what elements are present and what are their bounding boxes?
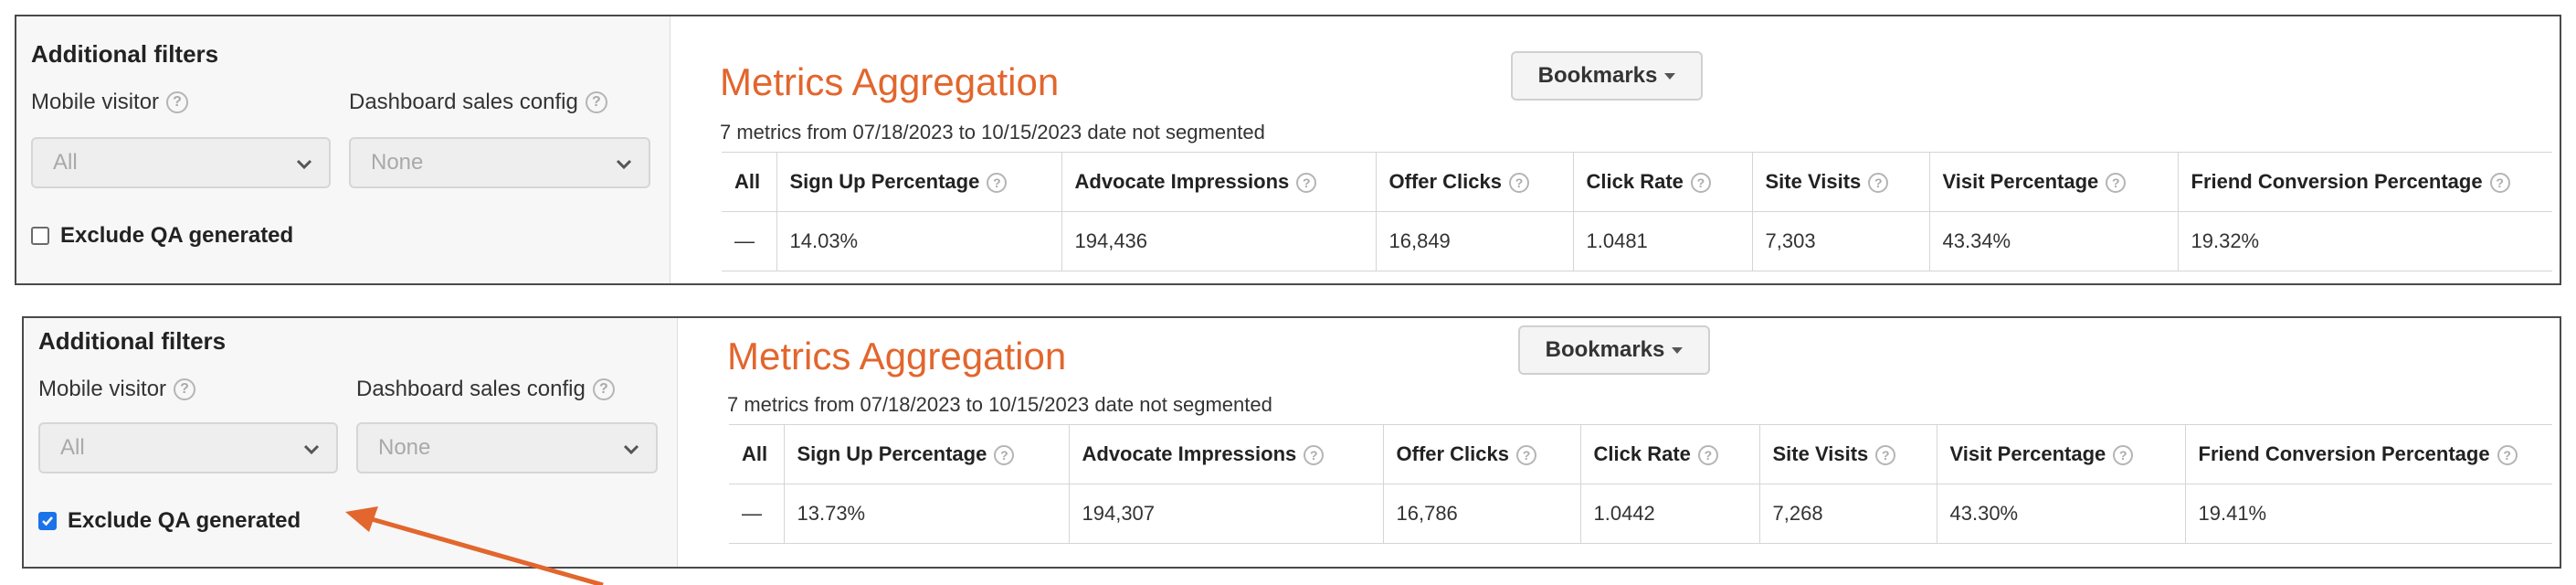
column-header[interactable]: Site Visits? xyxy=(1758,424,1937,484)
question-circle-icon[interactable]: ? xyxy=(585,91,607,113)
table-row: — 13.73% 194,307 16,786 1.0442 7,268 43.… xyxy=(729,484,2552,544)
column-header[interactable]: Advocate Impressions? xyxy=(1068,424,1383,484)
table-header-row: All Sign Up Percentage? Advocate Impress… xyxy=(729,424,2552,484)
mobile-visitor-select-value: All xyxy=(60,435,85,460)
dashboard-sales-config-label: Dashboard sales config xyxy=(349,90,578,114)
question-circle-icon[interactable]: ? xyxy=(1509,173,1529,194)
column-header[interactable]: Sign Up Percentage? xyxy=(783,424,1069,484)
dashboard-sales-config-label-row: Dashboard sales config ? xyxy=(356,377,615,402)
exclude-qa-checkbox[interactable] xyxy=(38,512,57,530)
table-row: — 14.03% 194,436 16,849 1.0481 7,303 43.… xyxy=(722,211,2552,271)
column-header[interactable]: Friend Conversion Percentage? xyxy=(2177,152,2552,212)
metrics-title: Metrics Aggregation xyxy=(727,335,1067,378)
metrics-table: All Sign Up Percentage? Advocate Impress… xyxy=(722,152,2552,271)
chevron-down-icon xyxy=(623,444,639,455)
column-header[interactable]: Offer Clicks? xyxy=(1375,152,1573,212)
table-cell: 194,436 xyxy=(1061,211,1376,271)
question-circle-icon[interactable]: ? xyxy=(1516,445,1536,466)
mobile-visitor-select-value: All xyxy=(53,150,78,175)
column-header[interactable]: Advocate Impressions? xyxy=(1061,152,1376,212)
dashboard-sales-config-select[interactable]: None xyxy=(349,137,650,188)
bookmarks-button[interactable]: Bookmarks xyxy=(1511,51,1703,101)
question-circle-icon[interactable]: ? xyxy=(1296,173,1317,194)
question-circle-icon[interactable]: ? xyxy=(1868,173,1889,194)
table-cell: 7,303 xyxy=(1751,211,1929,271)
column-header[interactable]: Friend Conversion Percentage? xyxy=(2184,424,2552,484)
additional-filters-section: Additional filters Mobile visitor ? Dash… xyxy=(16,16,670,283)
table-cell: 43.30% xyxy=(1936,484,2185,544)
table-header-row: All Sign Up Percentage? Advocate Impress… xyxy=(722,152,2552,212)
caret-down-icon xyxy=(1672,346,1684,354)
mobile-visitor-label-row: Mobile visitor ? xyxy=(31,90,189,115)
metrics-table: All Sign Up Percentage? Advocate Impress… xyxy=(729,424,2552,544)
dashboard-sales-config-select-value: None xyxy=(371,150,424,175)
column-header[interactable]: Click Rate? xyxy=(1579,424,1759,484)
dashboard-sales-config-label: Dashboard sales config xyxy=(356,377,586,401)
table-cell: 1.0481 xyxy=(1572,211,1752,271)
question-circle-icon[interactable]: ? xyxy=(174,378,196,400)
exclude-qa-label: Exclude QA generated xyxy=(60,223,294,248)
question-circle-icon[interactable]: ? xyxy=(1697,445,1718,466)
dashboard-sales-config-select[interactable]: None xyxy=(356,422,658,473)
question-circle-icon[interactable]: ? xyxy=(2489,173,2510,194)
chevron-down-icon xyxy=(303,444,320,455)
dashboard-sales-config-label-row: Dashboard sales config ? xyxy=(349,90,607,115)
column-header[interactable]: All xyxy=(729,424,784,484)
screenshot-panel-2: Additional filters Mobile visitor ? Dash… xyxy=(22,316,2561,569)
question-circle-icon[interactable]: ? xyxy=(1875,445,1896,466)
column-header[interactable]: Visit Percentage? xyxy=(1928,152,2178,212)
table-cell: 194,307 xyxy=(1068,484,1383,544)
question-circle-icon[interactable]: ? xyxy=(592,378,615,400)
table-cell: 19.32% xyxy=(2177,211,2552,271)
caret-down-icon xyxy=(1664,72,1676,80)
table-cell: 1.0442 xyxy=(1579,484,1759,544)
question-circle-icon[interactable]: ? xyxy=(1304,445,1325,466)
bookmarks-label: Bookmarks xyxy=(1545,337,1665,362)
table-cell: 19.41% xyxy=(2184,484,2552,544)
column-header[interactable]: Visit Percentage? xyxy=(1936,424,2185,484)
filters-title: Additional filters xyxy=(31,40,219,68)
exclude-qa-label: Exclude QA generated xyxy=(68,508,301,533)
mobile-visitor-select[interactable]: All xyxy=(38,422,338,473)
mobile-visitor-label: Mobile visitor xyxy=(38,377,167,401)
column-header[interactable]: Site Visits? xyxy=(1751,152,1929,212)
screenshot-panel-1: Additional filters Mobile visitor ? Dash… xyxy=(15,15,2561,285)
metrics-subtitle: 7 metrics from 07/18/2023 to 10/15/2023 … xyxy=(720,121,1265,144)
question-circle-icon[interactable]: ? xyxy=(1690,173,1711,194)
chevron-down-icon xyxy=(616,159,632,170)
table-cell: — xyxy=(722,211,776,271)
question-circle-icon[interactable]: ? xyxy=(994,445,1015,466)
question-circle-icon[interactable]: ? xyxy=(166,91,189,113)
table-cell: 16,786 xyxy=(1382,484,1580,544)
question-circle-icon[interactable]: ? xyxy=(2497,445,2518,466)
table-cell: 43.34% xyxy=(1928,211,2178,271)
column-header[interactable]: Click Rate? xyxy=(1572,152,1752,212)
exclude-qa-checkbox-row[interactable]: Exclude QA generated xyxy=(38,508,301,534)
dashboard-sales-config-select-value: None xyxy=(378,435,431,460)
chevron-down-icon xyxy=(296,159,312,170)
metrics-subtitle: 7 metrics from 07/18/2023 to 10/15/2023 … xyxy=(727,393,1272,416)
mobile-visitor-label: Mobile visitor xyxy=(31,90,160,114)
table-cell: 16,849 xyxy=(1375,211,1573,271)
question-circle-icon[interactable]: ? xyxy=(987,173,1008,194)
question-circle-icon[interactable]: ? xyxy=(2113,445,2134,466)
table-cell: — xyxy=(729,484,784,544)
exclude-qa-checkbox[interactable] xyxy=(31,227,49,245)
column-header[interactable]: Sign Up Percentage? xyxy=(776,152,1061,212)
table-cell: 14.03% xyxy=(776,211,1061,271)
mobile-visitor-label-row: Mobile visitor ? xyxy=(38,377,196,402)
exclude-qa-checkbox-row[interactable]: Exclude QA generated xyxy=(31,223,293,249)
table-cell: 13.73% xyxy=(783,484,1069,544)
bookmarks-button[interactable]: Bookmarks xyxy=(1518,325,1710,375)
metrics-title: Metrics Aggregation xyxy=(720,60,1060,103)
checkmark-icon xyxy=(42,516,53,526)
column-header[interactable]: All xyxy=(722,152,776,212)
column-header[interactable]: Offer Clicks? xyxy=(1382,424,1580,484)
mobile-visitor-select[interactable]: All xyxy=(31,137,331,188)
question-circle-icon[interactable]: ? xyxy=(2106,173,2127,194)
bookmarks-label: Bookmarks xyxy=(1537,63,1658,88)
filters-title: Additional filters xyxy=(38,327,227,355)
table-cell: 7,268 xyxy=(1758,484,1937,544)
additional-filters-section: Additional filters Mobile visitor ? Dash… xyxy=(24,318,678,567)
